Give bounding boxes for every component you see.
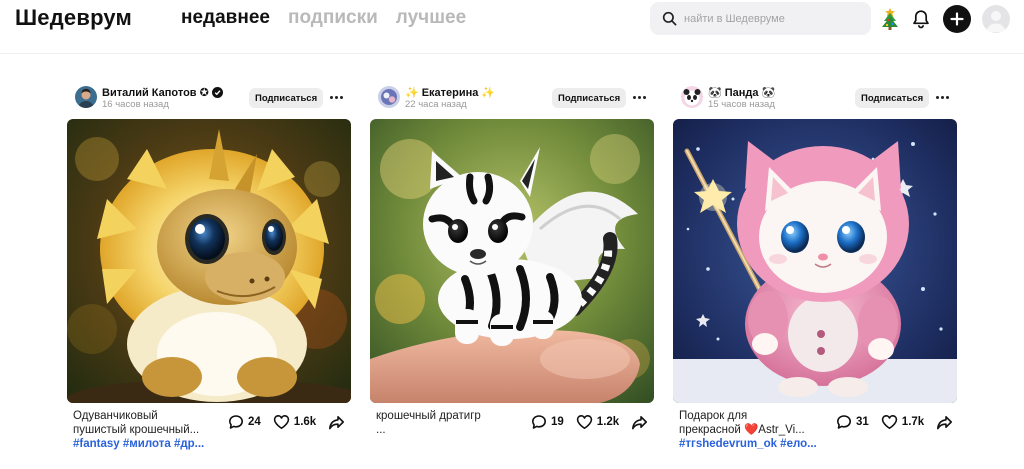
caption-line: Одуванчиковый <box>73 410 158 422</box>
search-icon <box>654 11 684 26</box>
post-image[interactable] <box>67 119 351 403</box>
caption-line: прекрасной ❤️Astr_Vi... <box>679 424 805 436</box>
search-input[interactable] <box>684 12 864 25</box>
comments-button[interactable]: 19 <box>531 414 564 430</box>
author-name-suffix: ✪ <box>199 87 209 99</box>
top-header: Шедеврум недавнее подписки лучшее <box>0 0 1024 38</box>
author-avatar[interactable] <box>681 86 703 108</box>
author-name-suffix: ✨ <box>481 87 496 99</box>
author-name-suffix: 🐼 <box>761 87 776 99</box>
more-options-icon[interactable] <box>326 87 346 107</box>
post-caption[interactable]: Подарок для прекрасной ❤️Astr_Vi... #тгs… <box>679 409 829 451</box>
author-name-prefix: 🐼 <box>708 87 722 99</box>
post-image[interactable] <box>673 119 957 403</box>
post-header: Виталий Капотов ✪ 16 часов назад Подписат… <box>67 84 351 114</box>
likes-count: 1.6k <box>293 416 317 428</box>
post-caption[interactable]: Одуванчиковый пушистый крошечный... #fan… <box>73 409 223 451</box>
share-button[interactable] <box>328 415 345 430</box>
likes-count: 1.2k <box>596 416 620 428</box>
likes-count: 1.7k <box>901 416 925 428</box>
caption-line: крошечный дратигр <box>376 410 481 422</box>
post-card: Виталий Капотов ✪ 16 часов назад Подписат… <box>67 84 351 450</box>
caption-line: пушистый крошечный... <box>73 424 200 436</box>
subscribe-button[interactable]: Подписаться <box>552 88 627 108</box>
like-button[interactable]: 1.7k <box>881 414 924 430</box>
profile-avatar[interactable] <box>982 5 1010 33</box>
post-actions: 24 1.6k <box>228 414 357 430</box>
post-actions: 19 1.2k <box>531 414 660 430</box>
heart-icon <box>273 415 289 429</box>
share-icon <box>329 415 345 429</box>
comments-button[interactable]: 31 <box>836 414 869 430</box>
comments-count: 19 <box>551 416 564 428</box>
comment-icon <box>837 415 851 429</box>
comments-button[interactable]: 24 <box>228 414 261 430</box>
author-name[interactable]: Виталий Капотов ✪ <box>102 86 223 99</box>
tab-recent[interactable]: недавнее <box>181 7 270 29</box>
verified-badge-icon <box>211 87 223 98</box>
author-name[interactable]: ✨ Екатерина ✨ <box>405 86 496 100</box>
author-name[interactable]: 🐼 Панда 🐼 <box>708 86 776 100</box>
share-button[interactable] <box>631 415 648 430</box>
author-name-prefix: ✨ <box>405 87 419 99</box>
caption-line: Подарок для <box>679 410 748 422</box>
user-avatar-icon <box>986 11 1006 32</box>
more-options-icon[interactable] <box>629 87 649 107</box>
post-time: 16 часов назад <box>102 99 169 110</box>
bell-icon[interactable] <box>908 6 934 32</box>
author-avatar[interactable] <box>378 86 400 108</box>
header-divider <box>0 53 1024 54</box>
share-icon <box>632 415 648 429</box>
post-header: ✨ Екатерина ✨ 22 часа назад Подписаться <box>370 84 654 114</box>
heart-icon <box>576 415 592 429</box>
share-icon <box>937 415 953 429</box>
like-button[interactable]: 1.2k <box>576 414 619 430</box>
feed-tabs: недавнее подписки лучшее <box>181 7 466 29</box>
post-header: 🐼 Панда 🐼 15 часов назад Подписаться <box>673 84 957 114</box>
author-name-text: Екатерина <box>421 86 479 99</box>
heart-icon <box>881 415 897 429</box>
author-avatar[interactable] <box>75 86 97 108</box>
post-tags[interactable]: #fantasy #милота #др... <box>73 437 223 451</box>
post-time: 22 часа назад <box>405 99 467 110</box>
tab-best[interactable]: лучшее <box>396 7 466 29</box>
comments-count: 31 <box>856 416 869 428</box>
search-box[interactable] <box>650 2 871 35</box>
post-time: 15 часов назад <box>708 99 775 110</box>
subscribe-button[interactable]: Подписаться <box>855 88 930 108</box>
plus-icon <box>950 12 964 26</box>
share-button[interactable] <box>936 415 953 430</box>
post-card: ✨Екатерина✨ 22 часа назад Подписаться <box>370 84 654 436</box>
post-tags[interactable]: #тгshedevrum_ok #ело... <box>679 437 829 451</box>
christmas-tree-icon[interactable] <box>879 6 901 32</box>
comment-icon <box>229 415 243 429</box>
create-button[interactable] <box>943 5 971 33</box>
more-options-icon[interactable] <box>932 87 952 107</box>
post-image[interactable] <box>370 119 654 403</box>
tab-subscriptions[interactable]: подписки <box>288 7 378 29</box>
post-card: 🐼 Панда 🐼 15 часов назад Подписаться Под… <box>673 84 957 450</box>
author-name-text: Панда <box>724 86 759 99</box>
post-caption[interactable]: крошечный дратигр ... <box>376 409 526 437</box>
post-actions: 31 1.7k <box>836 414 965 430</box>
app-logo[interactable]: Шедеврум <box>15 5 132 31</box>
like-button[interactable]: 1.6k <box>273 414 316 430</box>
comments-count: 24 <box>248 416 261 428</box>
subscribe-button[interactable]: Подписаться <box>249 88 324 108</box>
comment-icon <box>532 415 546 429</box>
caption-line: ... <box>376 424 386 436</box>
author-name-text: Виталий Капотов <box>102 86 197 99</box>
